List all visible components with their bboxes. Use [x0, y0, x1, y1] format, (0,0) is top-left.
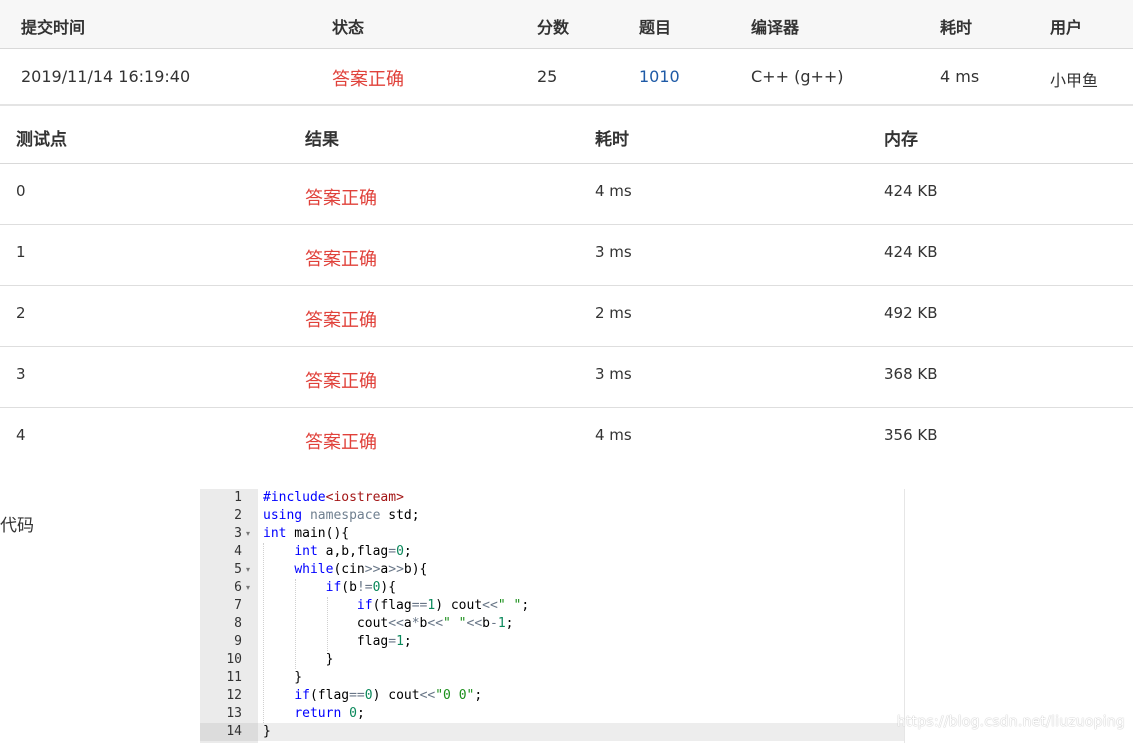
active-line-highlight: [258, 723, 904, 741]
case-memory: 424 KB: [884, 182, 938, 200]
header-status: 状态: [332, 18, 365, 37]
fold-arrow-icon[interactable]: ▾: [246, 579, 250, 597]
code-line: while(cin>>a>>b){: [294, 562, 428, 577]
case-id: 2: [16, 304, 26, 322]
line-number: 9: [234, 634, 242, 649]
code-line: cout<<a*b<<" "<<b-1;: [263, 616, 514, 631]
elapsed-value: 4 ms: [940, 67, 980, 86]
case-memory: 424 KB: [884, 243, 938, 261]
code-line: if(b!=0){: [325, 580, 397, 595]
code-line: }: [263, 724, 271, 739]
problem-link[interactable]: 1010: [639, 67, 680, 86]
submission-table-header: 提交时间 状态 分数 题目 编译器 耗时 用户: [0, 0, 1133, 49]
case-memory: 368 KB: [884, 365, 938, 383]
code-line: if(flag==0) cout<<"0 0";: [294, 688, 483, 703]
case-memory: 492 KB: [884, 304, 938, 322]
status-badge: 答案正确: [332, 69, 404, 90]
case-time: 3 ms: [595, 365, 632, 383]
user-name[interactable]: 小甲鱼: [1050, 67, 1098, 91]
fold-arrow-icon[interactable]: ▾: [246, 525, 250, 543]
cases-table-header: 测试点 结果 耗时 内存: [0, 106, 1133, 164]
table-row: 0 答案正确 4 ms 424 KB: [0, 164, 1133, 225]
case-time: 4 ms: [595, 182, 632, 200]
case-result: 答案正确: [305, 371, 377, 392]
header-elapsed: 耗时: [940, 18, 973, 37]
code-line: int a,b,flag=0;: [294, 544, 412, 559]
case-time: 2 ms: [595, 304, 632, 322]
case-result: 答案正确: [305, 249, 377, 270]
submit-time: 2019/11/14 16:19:40: [21, 67, 191, 86]
case-id: 4: [16, 426, 26, 444]
line-number: 1: [234, 490, 242, 505]
case-result: 答案正确: [305, 432, 377, 453]
table-row: 2 答案正确 2 ms 492 KB: [0, 286, 1133, 347]
line-number: 11: [226, 670, 242, 685]
code-line: flag=1;: [263, 634, 412, 649]
submission-row: 2019/11/14 16:19:40 答案正确 25 1010 C++ (g+…: [0, 49, 1133, 106]
table-row: 3 答案正确 3 ms 368 KB: [0, 347, 1133, 408]
header-case-time: 耗时: [595, 130, 629, 150]
score-value: 25: [537, 67, 558, 86]
header-compiler: 编译器: [751, 18, 800, 37]
table-row: 1 答案正确 3 ms 424 KB: [0, 225, 1133, 286]
header-testcase: 测试点: [16, 130, 67, 150]
case-time: 3 ms: [595, 243, 632, 261]
case-memory: 356 KB: [884, 426, 938, 444]
line-number: 8: [234, 616, 242, 631]
header-memory: 内存: [884, 130, 918, 150]
line-number: 3: [234, 526, 242, 541]
line-number: 6: [234, 580, 242, 595]
header-score: 分数: [537, 18, 570, 37]
table-row: 4 答案正确 4 ms 356 KB: [0, 408, 1133, 469]
case-id: 3: [16, 365, 26, 383]
code-line: return 0;: [294, 706, 365, 721]
line-number: 7: [234, 598, 242, 613]
code-line: }: [263, 670, 303, 685]
case-result: 答案正确: [305, 310, 377, 331]
case-time: 4 ms: [595, 426, 632, 444]
code-line: using namespace std;: [263, 508, 420, 523]
code-editor[interactable]: 1 2 3 4 5 6 7 8 9 10 11 12 13 14 ▾ ▾ ▾ #…: [200, 489, 905, 743]
line-number: 13: [226, 706, 242, 721]
header-submit-time: 提交时间: [21, 18, 86, 37]
line-number: 2: [234, 508, 242, 523]
header-problem: 题目: [639, 18, 672, 37]
watermark: https://blog.csdn.net/liuzuoping: [896, 714, 1125, 730]
line-number: 14: [226, 724, 242, 739]
code-line: if(flag==1) cout<<" ";: [356, 598, 530, 613]
header-result: 结果: [305, 130, 339, 150]
code-line: }: [263, 652, 334, 667]
code-line: #include<iostream>: [263, 490, 404, 505]
code-line: int main(){: [263, 526, 350, 541]
line-number: 5: [234, 562, 242, 577]
compiler-value: C++ (g++): [751, 67, 844, 86]
header-user: 用户: [1050, 18, 1083, 37]
case-result: 答案正确: [305, 188, 377, 209]
line-number: 10: [226, 652, 242, 667]
line-number: 12: [226, 688, 242, 703]
case-id: 0: [16, 182, 26, 200]
fold-arrow-icon[interactable]: ▾: [246, 561, 250, 579]
line-number: 4: [234, 544, 242, 559]
case-id: 1: [16, 243, 26, 261]
code-label: 代码: [0, 516, 34, 536]
